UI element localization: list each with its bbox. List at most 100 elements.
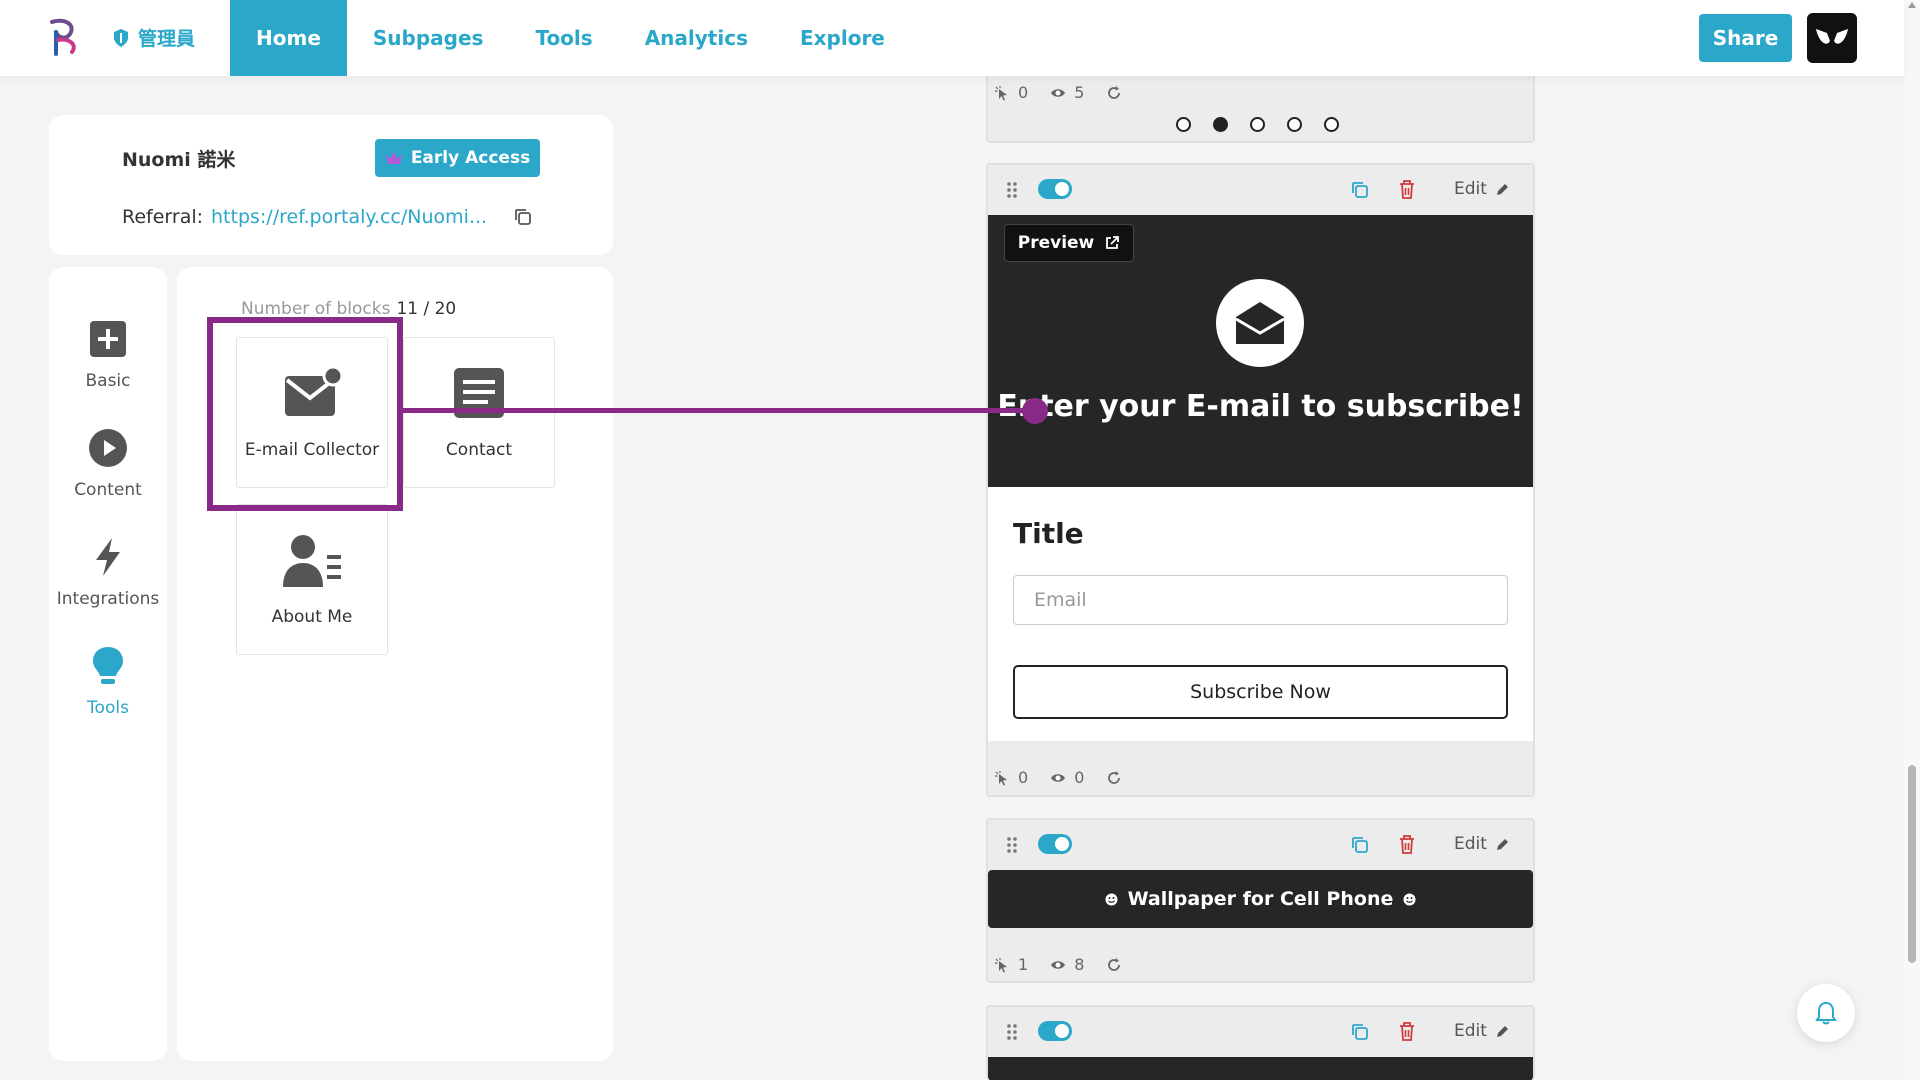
click-count: 0 xyxy=(1018,768,1029,787)
fourth-block-preview[interactable] xyxy=(988,1057,1533,1080)
block-card-email-collector: Edit Preview Enter your E-mail to subscr… xyxy=(986,163,1535,797)
scroll-up-arrow-icon[interactable] xyxy=(1908,2,1916,8)
admin-badge[interactable]: 管理員 xyxy=(112,24,195,51)
category-basic[interactable]: Basic xyxy=(49,319,167,391)
duplicate-icon[interactable] xyxy=(1350,180,1370,200)
category-integrations[interactable]: Integrations xyxy=(49,537,167,609)
view-stat: 8 xyxy=(1050,955,1084,974)
visibility-toggle[interactable] xyxy=(1038,1021,1072,1041)
block-card-header: Edit xyxy=(988,1007,1533,1057)
lightning-icon xyxy=(96,538,120,576)
click-stat: 0 xyxy=(994,768,1028,787)
smiley-icon xyxy=(1105,893,1118,905)
carousel-dot[interactable] xyxy=(1250,117,1265,132)
trash-icon[interactable] xyxy=(1398,1021,1416,1042)
wallpaper-label: Wallpaper for Cell Phone xyxy=(1127,888,1394,910)
cursor-click-icon xyxy=(995,85,1007,100)
nav-analytics[interactable]: Analytics xyxy=(619,0,774,76)
profile-name: Nuomi 諾米 xyxy=(122,149,236,171)
trash-icon[interactable] xyxy=(1398,834,1416,855)
scrollbar-thumb[interactable] xyxy=(1908,765,1916,963)
refresh-icon[interactable] xyxy=(1106,957,1122,973)
plus-square-icon xyxy=(90,321,126,357)
play-circle-icon xyxy=(89,429,127,467)
email-hero-banner: Preview Enter your E-mail to subscribe! xyxy=(988,215,1533,487)
open-envelope-icon xyxy=(1235,302,1285,344)
carousel-dot[interactable] xyxy=(1176,117,1191,132)
visibility-toggle[interactable] xyxy=(1038,834,1072,854)
drag-handle-icon[interactable] xyxy=(1006,835,1018,855)
nav-subpages[interactable]: Subpages xyxy=(347,0,510,76)
preview-button[interactable]: Preview xyxy=(1004,224,1134,262)
drag-handle-icon[interactable] xyxy=(1006,180,1018,200)
pencil-icon xyxy=(1496,183,1508,195)
carousel-dot[interactable] xyxy=(1287,117,1302,132)
edit-label: Edit xyxy=(1454,1021,1487,1041)
duplicate-icon[interactable] xyxy=(1350,835,1370,855)
pencil-icon xyxy=(1496,1025,1508,1037)
blocks-count: Number of blocks 11 / 20 xyxy=(241,299,456,319)
blocks-count-value: 11 / 20 xyxy=(396,299,457,319)
lightbulb-icon xyxy=(93,647,123,684)
connector-dot xyxy=(1022,398,1048,424)
eye-icon xyxy=(1051,960,1066,969)
click-count: 1 xyxy=(1018,955,1029,974)
category-content[interactable]: Content xyxy=(49,428,167,500)
notification-button[interactable] xyxy=(1797,984,1855,1042)
about-me-icon xyxy=(283,535,341,587)
refresh-icon[interactable] xyxy=(1106,770,1122,786)
block-stats: 0 0 xyxy=(994,768,1122,787)
duplicate-icon[interactable] xyxy=(1350,1022,1370,1042)
edit-button[interactable]: Edit xyxy=(1454,179,1510,199)
click-stat: 1 xyxy=(994,955,1028,974)
portaly-logo-icon[interactable] xyxy=(44,16,84,58)
cursor-click-icon xyxy=(995,957,1007,972)
early-access-button[interactable]: Early Access xyxy=(375,139,540,177)
carousel-dot-active[interactable] xyxy=(1213,117,1228,132)
wallpaper-link-block[interactable]: Wallpaper for Cell Phone xyxy=(988,870,1533,928)
eye-icon xyxy=(1051,88,1066,97)
category-tools[interactable]: Tools xyxy=(49,646,167,718)
highlight-box xyxy=(207,317,403,511)
edit-button[interactable]: Edit xyxy=(1454,1021,1510,1041)
edit-label: Edit xyxy=(1454,179,1487,199)
copy-icon[interactable] xyxy=(513,207,533,227)
nav-explore[interactable]: Explore xyxy=(774,0,911,76)
shield-icon xyxy=(114,28,128,47)
view-stat: 0 xyxy=(1050,768,1084,787)
form-title: Title xyxy=(1013,517,1084,550)
category-label: Basic xyxy=(85,371,131,391)
bell-icon xyxy=(1815,1001,1837,1025)
trash-icon[interactable] xyxy=(1398,179,1416,200)
nav-tools[interactable]: Tools xyxy=(509,0,618,76)
carousel-dots xyxy=(1176,117,1339,132)
smiley-icon xyxy=(1403,893,1416,905)
carousel-dot[interactable] xyxy=(1324,117,1339,132)
connector-line xyxy=(403,408,1035,413)
referral-label: Referral: xyxy=(122,206,204,228)
avatar[interactable] xyxy=(1807,13,1857,63)
email-form: Title Subscribe Now xyxy=(988,487,1533,741)
cursor-click-icon xyxy=(995,770,1007,785)
view-count: 8 xyxy=(1074,955,1085,974)
block-card-header: Edit xyxy=(988,820,1533,870)
share-button[interactable]: Share xyxy=(1699,14,1792,62)
drag-handle-icon[interactable] xyxy=(1006,1022,1018,1042)
block-label: About Me xyxy=(271,607,353,627)
email-input[interactable] xyxy=(1013,575,1508,625)
view-count: 0 xyxy=(1074,768,1085,787)
nav-home[interactable]: Home xyxy=(230,0,347,76)
category-label: Content xyxy=(74,480,142,500)
eye-icon xyxy=(1051,773,1066,782)
block-tile-about-me[interactable]: About Me xyxy=(236,504,388,655)
referral-link[interactable]: https://ref.portaly.cc/Nuomi... xyxy=(211,206,487,228)
refresh-icon[interactable] xyxy=(1106,85,1122,101)
early-access-label: Early Access xyxy=(410,148,531,168)
external-link-icon xyxy=(1106,236,1120,249)
visibility-toggle[interactable] xyxy=(1038,179,1072,199)
subscribe-button[interactable]: Subscribe Now xyxy=(1013,665,1508,719)
edit-button[interactable]: Edit xyxy=(1454,834,1510,854)
block-stats: 0 5 xyxy=(994,83,1122,102)
main-nav: Home Subpages Tools Analytics Explore xyxy=(230,0,911,76)
preview-label: Preview xyxy=(1017,233,1095,253)
